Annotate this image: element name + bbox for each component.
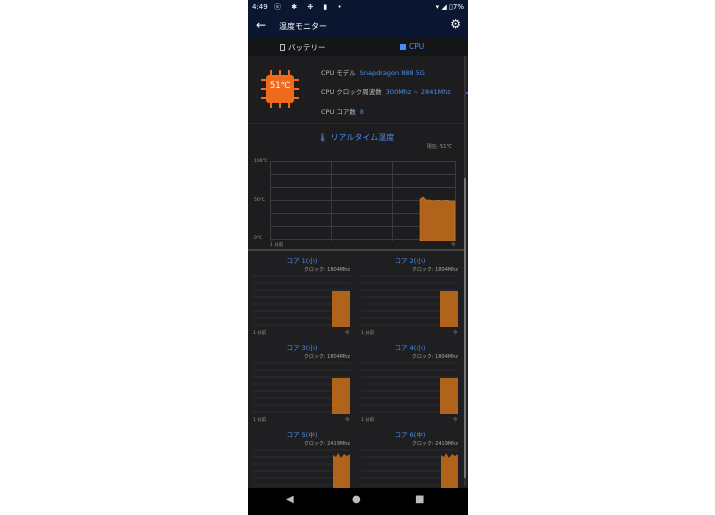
core-clock: クロック: 1804Mhz bbox=[411, 354, 458, 360]
y-axis-label: 100℃ bbox=[254, 159, 268, 164]
wifi-icon: ▾ bbox=[435, 3, 440, 11]
core-clock: クロック: 2419Mhz bbox=[303, 441, 350, 447]
chip-pin bbox=[270, 70, 272, 76]
chip-pin bbox=[293, 97, 299, 99]
current-temperature: 現在: 51℃ bbox=[426, 144, 452, 150]
core-x-end: 今 bbox=[453, 331, 458, 336]
x-axis-end: 今 bbox=[451, 243, 456, 248]
core-usage-area bbox=[440, 378, 458, 414]
core-clock: クロック: 2419Mhz bbox=[411, 441, 458, 447]
realtime-title-text: リアルタイム温度 bbox=[330, 133, 395, 142]
tab-cpu-label: CPU bbox=[409, 42, 425, 51]
nav-home-button[interactable]: ● bbox=[352, 494, 361, 505]
core-clock: クロック: 1804Mhz bbox=[303, 267, 350, 273]
status-right: ▾ ◢ ▯7% bbox=[436, 3, 464, 11]
core-x-end: 今 bbox=[345, 418, 350, 423]
core-chart bbox=[253, 275, 350, 327]
tab-cpu[interactable]: CPU bbox=[400, 42, 424, 51]
core-name: コア 2(小) bbox=[394, 257, 426, 265]
cpu-temperature: 51℃ bbox=[269, 81, 291, 91]
chip-pin bbox=[288, 70, 290, 76]
battery-percent: 7% bbox=[452, 3, 464, 11]
chip-pin bbox=[261, 97, 267, 99]
tab-battery-label: バッテリー bbox=[288, 43, 326, 52]
core-clock: クロック: 1804Mhz bbox=[411, 267, 458, 273]
core-chart bbox=[361, 275, 458, 327]
app-bar: ← 温度モニター ⚙ bbox=[248, 14, 468, 38]
core-x-end: 今 bbox=[345, 331, 350, 336]
cpu-model-value: Snapdragon 888 5G bbox=[359, 69, 425, 77]
nav-recent-button[interactable]: ■ bbox=[415, 494, 424, 505]
back-arrow-icon[interactable]: ← bbox=[256, 18, 266, 32]
cpu-info-card: 51℃ CPU モデル Snapdragon 888 5G CPU クロック周波数… bbox=[248, 56, 464, 122]
scrollbar[interactable] bbox=[464, 56, 466, 486]
core-chart bbox=[361, 362, 458, 414]
system-nav-bar: ◀ ● ■ bbox=[248, 488, 468, 515]
core-name: コア 6(中) bbox=[394, 431, 426, 439]
core-usage-area bbox=[332, 291, 350, 327]
core-usage-area bbox=[440, 291, 458, 327]
scrollbar-thumb[interactable] bbox=[464, 178, 466, 478]
gear-icon[interactable]: ⚙ bbox=[450, 17, 461, 31]
chip-pin bbox=[270, 102, 272, 108]
cpu-cores-row: CPU コア数 8 bbox=[321, 106, 364, 116]
core-card: コア 2(小) クロック: 1804Mhz 1 分前 今 bbox=[356, 251, 464, 337]
page-title: 温度モニター bbox=[279, 22, 327, 31]
y-axis-label: 50℃ bbox=[254, 198, 265, 203]
core-card: コア 1(小) クロック: 1804Mhz 1 分前 今 bbox=[248, 251, 356, 337]
status-time: 4:49 bbox=[252, 3, 268, 11]
realtime-chart bbox=[419, 196, 456, 241]
core-x-start: 1 分前 bbox=[361, 331, 375, 336]
cpu-clock-value: 300Mhz ~ 2841Mhz bbox=[385, 88, 451, 96]
core-card: コア 4(小) クロック: 1804Mhz 1 分前 今 bbox=[356, 338, 464, 424]
cpu-chip-icon: 51℃ bbox=[261, 70, 299, 108]
core-clock: クロック: 1804Mhz bbox=[303, 354, 350, 360]
core-x-end: 今 bbox=[453, 418, 458, 423]
status-bar: 4:49 ⓔ ✱ ❉ ▮ • ▾ ◢ ▯7% bbox=[248, 0, 468, 14]
cpu-cores-value: 8 bbox=[359, 108, 364, 116]
chip-pin bbox=[288, 102, 290, 108]
core-x-start: 1 分前 bbox=[253, 331, 267, 336]
cpu-model-label: CPU モデル bbox=[321, 69, 356, 77]
phone-screen: 4:49 ⓔ ✱ ❉ ▮ • ▾ ◢ ▯7% ← 温度モニター ⚙ バッテリー … bbox=[248, 0, 468, 515]
core-chart bbox=[253, 362, 350, 414]
cpu-clock-label: CPU クロック周波数 bbox=[321, 88, 382, 96]
chip-pin bbox=[279, 102, 281, 108]
core-usage-area bbox=[332, 378, 350, 414]
cpu-model-row: CPU モデル Snapdragon 888 5G bbox=[321, 67, 425, 77]
core-name: コア 1(小) bbox=[286, 257, 318, 265]
notification-icons: ⓔ ✱ ❉ ▮ • bbox=[274, 3, 346, 11]
signal-icon: ◢ bbox=[441, 3, 447, 11]
tab-bar: バッテリー CPU bbox=[248, 38, 468, 94]
x-axis-start: 1 分前 bbox=[270, 243, 284, 248]
core-name: コア 5(中) bbox=[286, 431, 318, 439]
core-name: コア 4(小) bbox=[394, 344, 426, 352]
core-x-start: 1 分前 bbox=[361, 418, 375, 423]
thermometer-icon: 🌡 bbox=[317, 133, 328, 142]
chip-icon bbox=[400, 44, 406, 50]
battery-icon bbox=[280, 44, 285, 51]
realtime-temperature-card: 🌡 リアルタイム温度 現在: 51℃ 100℃ 50℃ 0℃ 1 分前 今 bbox=[248, 123, 464, 250]
cpu-cores-label: CPU コア数 bbox=[321, 108, 356, 116]
temperature-area bbox=[419, 196, 456, 241]
cpu-clock-row: CPU クロック周波数 300Mhz ~ 2841Mhz bbox=[321, 86, 451, 96]
tab-battery[interactable]: バッテリー bbox=[280, 42, 326, 53]
core-name: コア 3(小) bbox=[286, 344, 318, 352]
y-axis-label: 0℃ bbox=[254, 236, 262, 241]
core-x-start: 1 分前 bbox=[253, 418, 267, 423]
realtime-title: 🌡 リアルタイム温度 bbox=[248, 132, 464, 143]
chip-pin bbox=[279, 70, 281, 76]
core-card: コア 3(小) クロック: 1804Mhz 1 分前 今 bbox=[248, 338, 356, 424]
nav-back-button[interactable]: ◀ bbox=[286, 494, 294, 505]
